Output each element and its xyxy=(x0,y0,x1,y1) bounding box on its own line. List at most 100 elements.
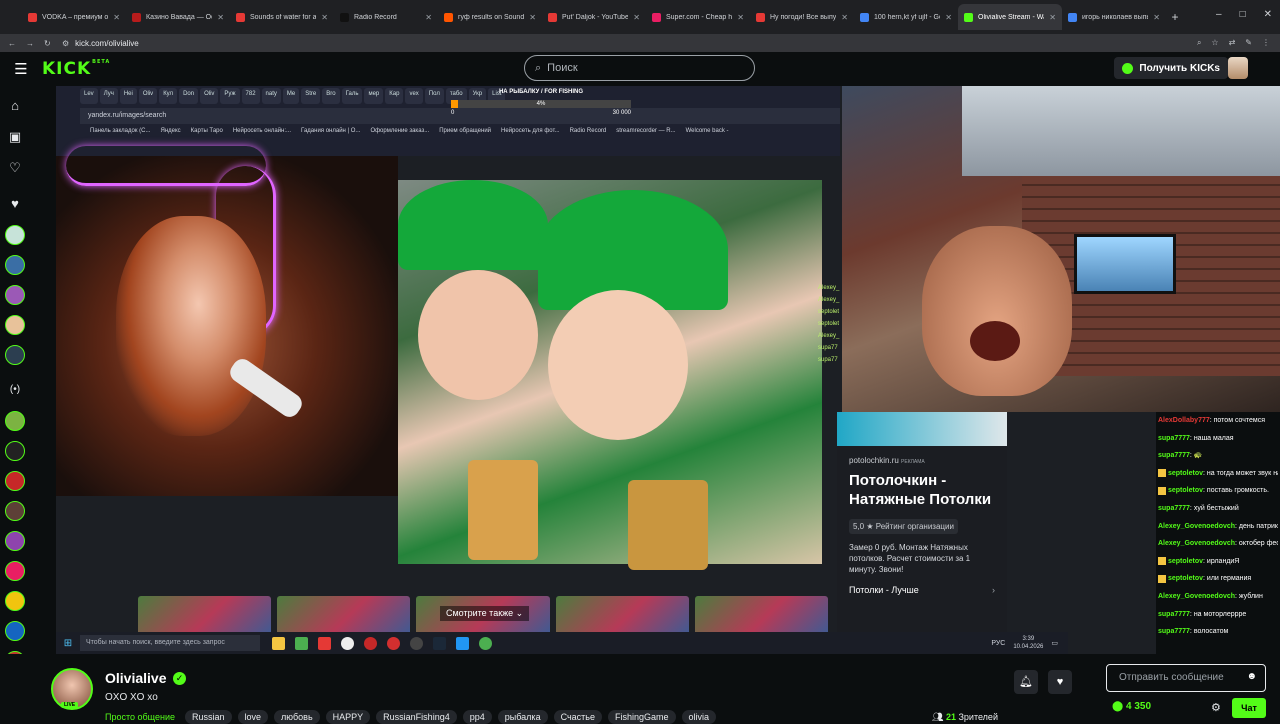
tray-language[interactable]: РУС xyxy=(991,640,1005,647)
hamburger-menu-icon[interactable]: ☰ xyxy=(0,60,42,78)
tab-close-icon[interactable]: ✕ xyxy=(945,13,952,22)
opera-icon[interactable] xyxy=(364,636,377,650)
ad-link[interactable]: Потолки - Лучше › xyxy=(837,575,1007,595)
tab-close-icon[interactable]: ✕ xyxy=(633,13,640,22)
chat-username[interactable]: septoletov xyxy=(1168,575,1203,582)
video-player[interactable]: Lev Луч Hei Oliv Кул Don Oliv Руж 782 naty Me Stre B… xyxy=(56,86,1280,654)
ad-title[interactable]: Потолочкин - Натяжные Потолки xyxy=(837,465,1007,509)
notification-icon[interactable]: ▭ xyxy=(1051,639,1058,647)
chat-username[interactable]: septoletov xyxy=(1168,487,1203,494)
notification-bell-button[interactable]: 🔔︎ xyxy=(1014,670,1038,694)
chat-username[interactable]: Alexey_Govenoedovch xyxy=(1158,540,1235,547)
chat-username[interactable]: Alexey_Govenoedovch xyxy=(1158,523,1235,530)
tag-chip[interactable]: RussianFishing4 xyxy=(376,710,457,724)
tab-close-icon[interactable]: ✕ xyxy=(217,13,224,22)
browse-icon[interactable]: ▣ xyxy=(9,126,21,148)
file-explorer-icon[interactable] xyxy=(272,636,285,650)
tab-close-icon[interactable]: ✕ xyxy=(841,13,848,22)
browser-tab-active[interactable]: Olivialive Stream - Wa ✕ xyxy=(958,4,1062,30)
browser-tab[interactable]: Sounds of water for a chi ✕ xyxy=(230,4,334,30)
kick-logo[interactable]: KICKBETA xyxy=(42,59,110,79)
sidebar-channel-avatar[interactable] xyxy=(5,411,25,431)
browser-tab[interactable]: Super.com - Cheap hotel ✕ xyxy=(646,4,750,30)
sidebar-channel-avatar[interactable] xyxy=(5,225,25,245)
chat-username[interactable]: supa7777 xyxy=(1158,611,1190,618)
tab-close-icon[interactable]: ✕ xyxy=(1153,13,1160,22)
translate-icon[interactable]: ⇄ xyxy=(1229,38,1236,48)
chat-send-button[interactable]: Чат xyxy=(1232,698,1266,718)
sidebar-channel-avatar[interactable] xyxy=(5,345,25,365)
chat-username[interactable]: Alexey_Govenoedovch xyxy=(1158,593,1235,600)
tag-chip[interactable]: рыбалка xyxy=(497,710,548,724)
sidebar-channel-avatar[interactable] xyxy=(5,591,25,611)
zoom-icon[interactable]: ⌕ xyxy=(1197,38,1201,48)
live-broadcast-icon[interactable]: (•) xyxy=(10,379,20,401)
channel-name[interactable]: Olivialive xyxy=(105,670,166,686)
browser-tab[interactable]: Radio Record ✕ xyxy=(334,4,438,30)
home-icon[interactable]: ⌂ xyxy=(11,95,19,117)
tab-close-icon[interactable]: ✕ xyxy=(321,13,328,22)
browser-tab[interactable]: Казино Вавада — Офици ✕ xyxy=(126,4,230,30)
chat-input[interactable]: Отправить сообщение ☻ xyxy=(1106,664,1266,692)
chat-username[interactable]: septoletov xyxy=(1168,470,1203,477)
chat-username[interactable]: supa7777 xyxy=(1158,505,1190,512)
store-icon[interactable] xyxy=(295,636,308,650)
see-also-button[interactable]: Смотрите также ⌄ xyxy=(440,606,530,621)
chat-username[interactable]: supa7777 xyxy=(1158,452,1190,459)
browser-tab[interactable]: VODKA – премиум онлай ✕ xyxy=(22,4,126,30)
tag-chip[interactable]: olivia xyxy=(681,710,717,724)
url-field[interactable]: kick.com/olivialive xyxy=(75,39,1197,48)
extensions-icon[interactable]: ✎ xyxy=(1245,38,1252,48)
search-input[interactable]: ⌕ Поиск xyxy=(524,55,755,81)
forward-icon[interactable]: → xyxy=(26,39,34,48)
chat-username[interactable]: supa7777 xyxy=(1158,435,1190,442)
tag-chip[interactable]: любовь xyxy=(274,710,320,724)
sidebar-channel-avatar[interactable] xyxy=(5,315,25,335)
opera-gx-icon[interactable] xyxy=(387,636,400,650)
tag-chip[interactable]: Счастье xyxy=(553,710,602,724)
tab-close-icon[interactable]: ✕ xyxy=(113,13,120,22)
new-tab-button[interactable]: + xyxy=(1166,10,1184,24)
sidebar-channel-avatar[interactable] xyxy=(5,471,25,491)
tab-close-icon[interactable]: ✕ xyxy=(425,13,432,22)
get-kicks-button[interactable]: Получить KICKs xyxy=(1114,57,1228,79)
reload-icon[interactable]: ↻ xyxy=(44,39,51,48)
tag-chip[interactable]: Russian xyxy=(184,710,232,724)
yandex-browser-icon[interactable] xyxy=(341,636,354,650)
tag-chip[interactable]: рр4 xyxy=(462,710,492,724)
browser-tab[interactable]: гуф results on SoundClou ✕ xyxy=(438,4,542,30)
sidebar-channel-avatar[interactable] xyxy=(5,285,25,305)
tab-close-icon[interactable]: ✕ xyxy=(1049,13,1056,22)
sidebar-channel-avatar[interactable] xyxy=(5,255,25,275)
sidebar-channel-avatar[interactable] xyxy=(5,531,25,551)
bookmark-star-icon[interactable]: ☆ xyxy=(1211,38,1218,48)
obs-icon[interactable] xyxy=(410,636,423,650)
follow-heart-button[interactable]: ♥ xyxy=(1048,670,1072,694)
tag-chip[interactable]: HAPPY xyxy=(325,710,371,724)
kicks-balance[interactable]: ⬤ 4 350 xyxy=(1112,701,1151,712)
browser-tab[interactable]: Put' Daljok - YouTube ✕ xyxy=(542,4,646,30)
minimize-button[interactable]: – xyxy=(1216,9,1222,20)
tray-clock[interactable]: 3:39 10.04.2026 xyxy=(1013,635,1043,651)
sidebar-channel-avatar[interactable] xyxy=(5,621,25,641)
chat-username[interactable]: septoletov xyxy=(1168,558,1203,565)
maximize-button[interactable]: □ xyxy=(1240,9,1246,20)
chat-settings-gear-icon[interactable]: ⚙ xyxy=(1211,701,1221,714)
close-window-button[interactable]: ✕ xyxy=(1264,9,1272,20)
back-icon[interactable]: ← xyxy=(8,39,16,48)
app-icon[interactable] xyxy=(456,636,469,650)
browser-tab[interactable]: игорь николаев выпьем ✕ xyxy=(1062,4,1166,30)
menu-dots-icon[interactable]: ⋮ xyxy=(1262,38,1270,48)
browser-tab[interactable]: Ну погоди! Все выпуски ✕ xyxy=(750,4,854,30)
yandex-icon[interactable] xyxy=(318,636,331,650)
steam-icon[interactable] xyxy=(433,636,446,650)
browser-tab[interactable]: 100 hern,kt yf ujlf - Goog ✕ xyxy=(854,4,958,30)
sidebar-channel-avatar[interactable] xyxy=(5,561,25,581)
emoji-icon[interactable]: ☻ xyxy=(1246,671,1257,682)
chat-username[interactable]: AlexDollaby777 xyxy=(1158,417,1210,424)
windows-start-icon[interactable]: ⊞ xyxy=(56,638,80,649)
ad-source[interactable]: potolochkin.ru РЕКЛАМА xyxy=(837,446,1007,465)
sidebar-channel-avatar[interactable] xyxy=(5,501,25,521)
tab-close-icon[interactable]: ✕ xyxy=(737,13,744,22)
chrome-icon[interactable] xyxy=(479,636,492,650)
